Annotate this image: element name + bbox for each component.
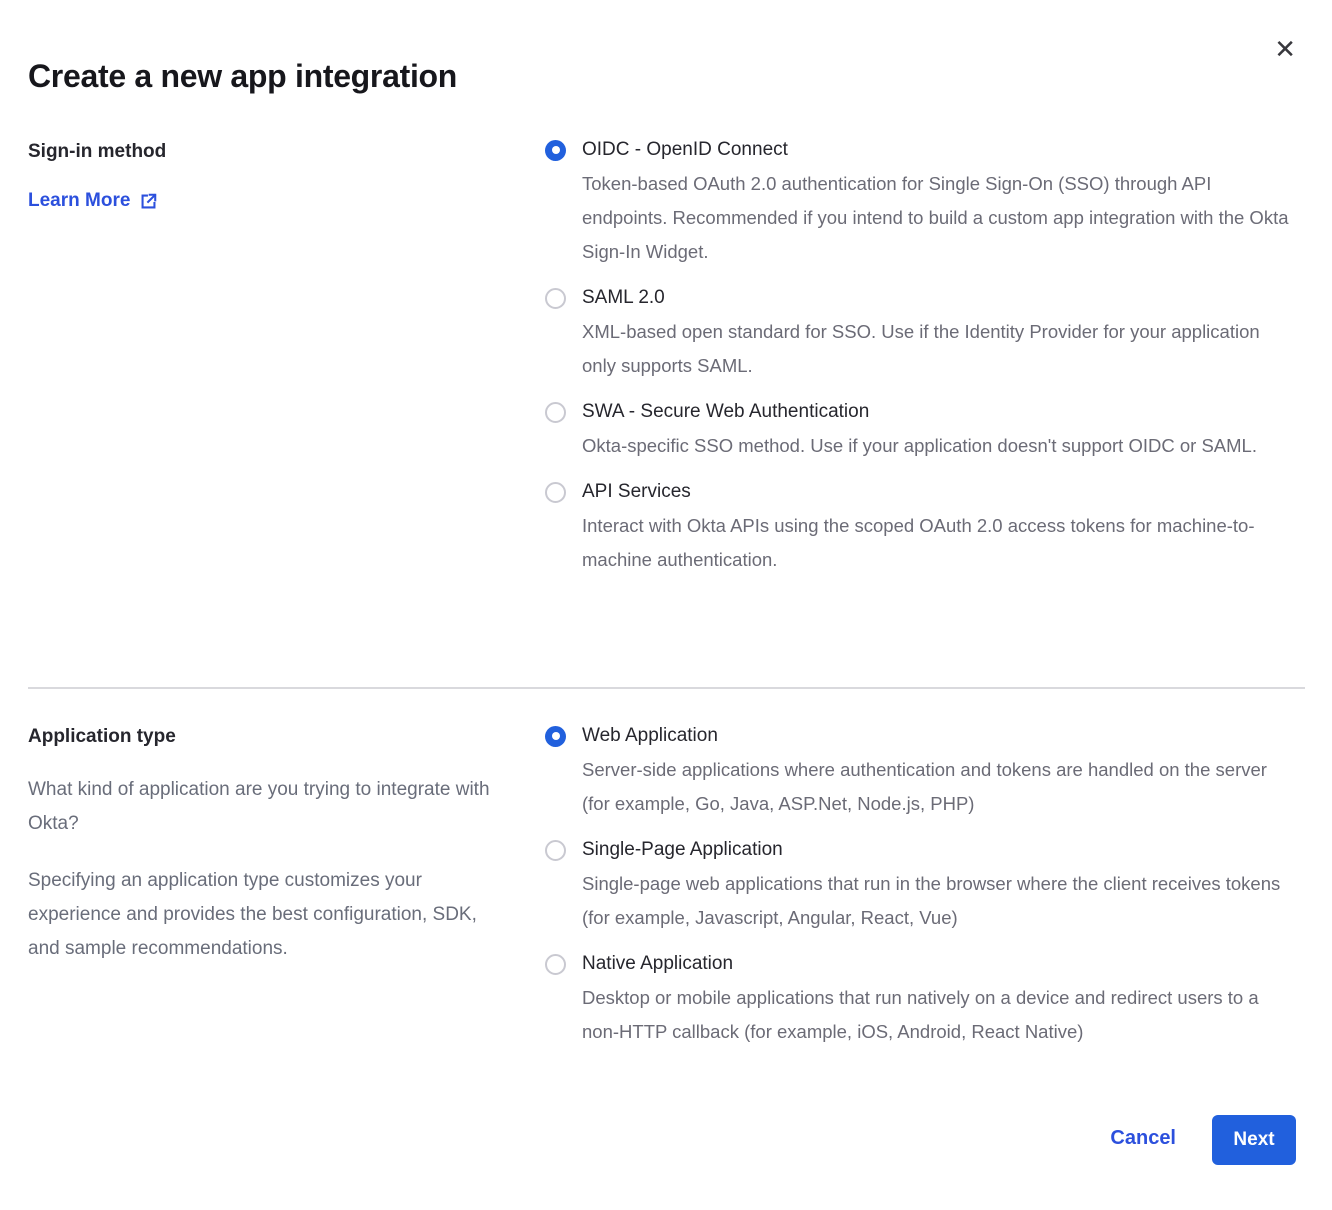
signin-method-heading: Sign-in method bbox=[28, 141, 508, 163]
radio-label: Native Application bbox=[582, 953, 733, 975]
radio-description: XML-based open standard for SSO. Use if … bbox=[582, 315, 1296, 383]
radio-button-web-application[interactable] bbox=[545, 726, 566, 747]
next-button[interactable]: Next bbox=[1212, 1115, 1296, 1165]
section-divider bbox=[28, 687, 1305, 689]
application-type-left-column: Application type What kind of applicatio… bbox=[28, 726, 512, 966]
signin-method-radio-group: OIDC - OpenID Connect Token-based OAuth … bbox=[545, 139, 1305, 595]
cancel-button[interactable]: Cancel bbox=[1110, 1127, 1176, 1150]
dialog-title: Create a new app integration bbox=[28, 58, 457, 95]
radio-label: SWA - Secure Web Authentication bbox=[582, 401, 869, 423]
radio-description: Interact with Okta APIs using the scoped… bbox=[582, 509, 1296, 577]
radio-description: Okta-specific SSO method. Use if your ap… bbox=[582, 429, 1296, 463]
radio-button-native-application[interactable] bbox=[545, 954, 566, 975]
radio-option-oidc[interactable]: OIDC - OpenID Connect Token-based OAuth … bbox=[545, 139, 1305, 269]
radio-description: Single-page web applications that run in… bbox=[582, 867, 1296, 935]
application-type-explanation: Specifying an application type customize… bbox=[28, 864, 512, 966]
learn-more-link[interactable]: Learn More bbox=[28, 190, 158, 212]
radio-option-saml[interactable]: SAML 2.0 XML-based open standard for SSO… bbox=[545, 287, 1305, 383]
radio-description: Server-side applications where authentic… bbox=[582, 753, 1296, 821]
radio-button-single-page-application[interactable] bbox=[545, 840, 566, 861]
radio-button-oidc[interactable] bbox=[545, 140, 566, 161]
radio-option-api-services[interactable]: API Services Interact with Okta APIs usi… bbox=[545, 481, 1305, 577]
radio-button-api-services[interactable] bbox=[545, 482, 566, 503]
create-app-integration-dialog: ✕ Create a new app integration Sign-in m… bbox=[0, 0, 1332, 1210]
external-link-icon bbox=[139, 192, 158, 211]
application-type-heading: Application type bbox=[28, 726, 512, 748]
radio-description: Token-based OAuth 2.0 authentication for… bbox=[582, 167, 1296, 269]
signin-method-left-column: Sign-in method Learn More bbox=[28, 141, 508, 212]
learn-more-label: Learn More bbox=[28, 190, 130, 212]
application-type-question: What kind of application are you trying … bbox=[28, 773, 512, 841]
radio-label: Single-Page Application bbox=[582, 839, 783, 861]
radio-option-native-application[interactable]: Native Application Desktop or mobile app… bbox=[545, 953, 1305, 1049]
radio-label: SAML 2.0 bbox=[582, 287, 665, 309]
radio-option-web-application[interactable]: Web Application Server-side applications… bbox=[545, 725, 1305, 821]
radio-label: Web Application bbox=[582, 725, 718, 747]
application-type-radio-group: Web Application Server-side applications… bbox=[545, 725, 1305, 1067]
radio-description: Desktop or mobile applications that run … bbox=[582, 981, 1296, 1049]
radio-label: OIDC - OpenID Connect bbox=[582, 139, 788, 161]
radio-button-swa[interactable] bbox=[545, 402, 566, 423]
close-icon[interactable]: ✕ bbox=[1274, 36, 1296, 62]
radio-option-single-page-application[interactable]: Single-Page Application Single-page web … bbox=[545, 839, 1305, 935]
radio-label: API Services bbox=[582, 481, 691, 503]
radio-option-swa[interactable]: SWA - Secure Web Authentication Okta-spe… bbox=[545, 401, 1305, 463]
radio-button-saml[interactable] bbox=[545, 288, 566, 309]
application-type-intro: What kind of application are you trying … bbox=[28, 773, 512, 966]
